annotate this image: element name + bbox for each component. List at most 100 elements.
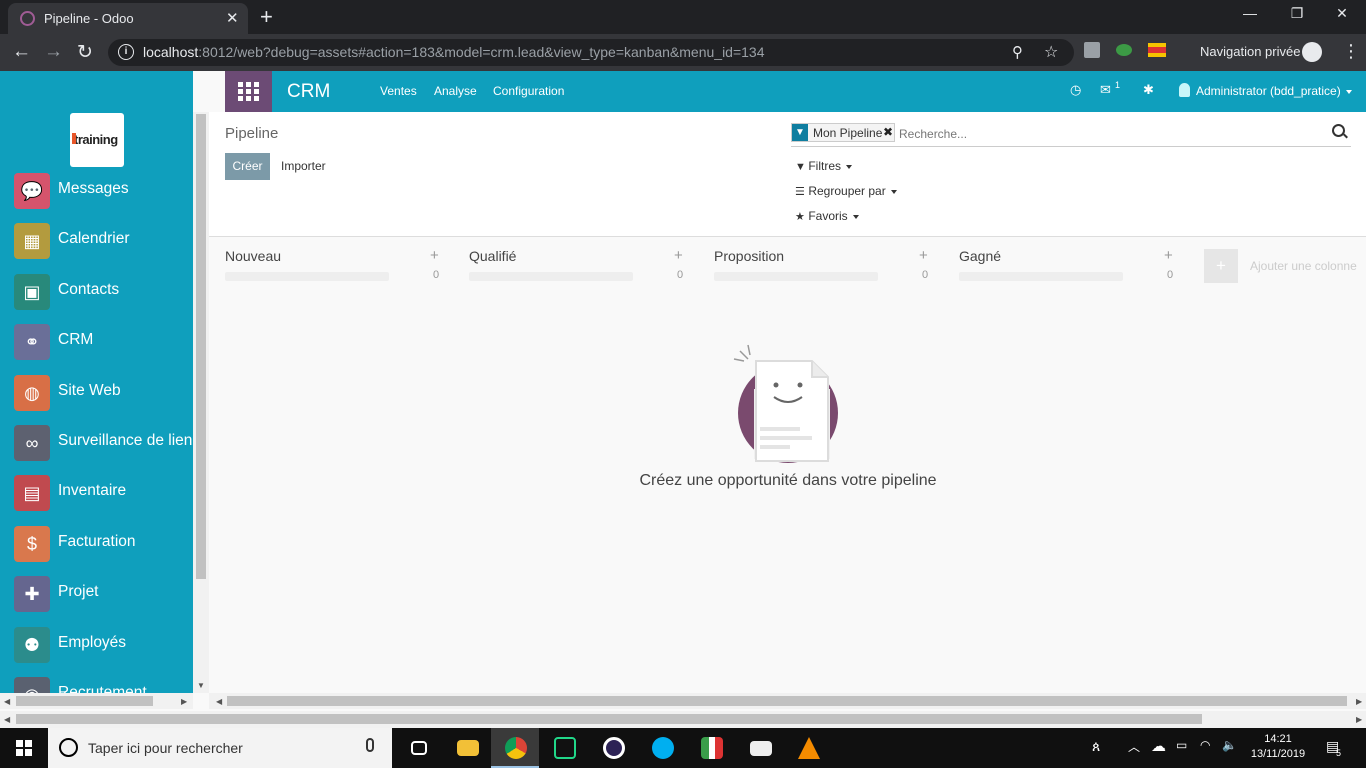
wifi-icon[interactable]: ◠ xyxy=(1200,738,1210,752)
tab-title: Pipeline - Odoo xyxy=(44,11,134,26)
menu-ventes[interactable]: Ventes xyxy=(380,84,417,98)
sidebar-app-crm[interactable]: ⚭ CRM xyxy=(0,320,193,364)
eclipse-icon[interactable] xyxy=(589,728,637,768)
close-tab-icon[interactable]: ✕ xyxy=(226,9,239,27)
task-view-icon[interactable] xyxy=(395,728,443,768)
scroll-right-arrow-icon[interactable]: ▶ xyxy=(1356,697,1362,706)
app-brand[interactable]: CRM xyxy=(287,81,330,103)
handshake-icon: ⚭ xyxy=(14,324,50,361)
skype-icon[interactable] xyxy=(638,728,686,768)
browser-toolbar: ← → ↻ i localhost:8012/web?debug=assets#… xyxy=(0,34,1366,71)
clock-time: 14:21 xyxy=(1264,733,1292,745)
sidebar-app-site-web[interactable]: ◍ Site Web xyxy=(0,371,193,415)
main-horizontal-scrollbar[interactable] xyxy=(209,693,1366,709)
filters-dropdown[interactable]: ▼ Filtres xyxy=(795,159,853,173)
add-column-label[interactable]: Ajouter une colonne xyxy=(1250,259,1357,273)
back-icon[interactable]: ← xyxy=(12,41,31,63)
quick-create-icon[interactable]: + xyxy=(674,247,683,264)
page-viewport: training 💬 Messages ▦ Calendrier ▣ Contacts ⚭ C… xyxy=(0,71,1366,728)
mail-icon[interactable] xyxy=(736,728,784,768)
sidebar-app-employés[interactable]: ⚉ Employés xyxy=(0,623,193,667)
quick-create-icon[interactable]: + xyxy=(430,247,439,264)
apps-menu-button[interactable] xyxy=(225,71,272,112)
info-icon[interactable]: i xyxy=(118,44,134,60)
user-menu[interactable]: Administrator (bdd_pratice) xyxy=(1196,84,1352,98)
chrome-icon[interactable] xyxy=(491,728,539,768)
browser-menu-icon[interactable]: ⋮ xyxy=(1342,41,1360,62)
column-title: Proposition xyxy=(714,248,785,264)
debug-bug-icon[interactable]: ✱ xyxy=(1143,82,1154,98)
sidebar-app-surveillance-de-lien[interactable]: ∞ Surveillance de lien xyxy=(0,421,193,465)
zoom-icon[interactable]: ⚲ xyxy=(1012,43,1023,61)
url-text[interactable]: localhost:8012/web?debug=assets#action=1… xyxy=(143,44,765,60)
sidebar-horizontal-scrollbar[interactable] xyxy=(0,693,193,709)
extension-icon[interactable] xyxy=(1084,42,1100,58)
scroll-right-arrow-icon[interactable]: ▶ xyxy=(181,697,187,706)
column-count: 0 xyxy=(433,269,440,281)
people-icon: ⚉ xyxy=(14,626,50,663)
page-horizontal-scrollbar[interactable] xyxy=(0,711,1366,728)
minimize-icon[interactable]: — xyxy=(1230,5,1270,21)
sidebar-app-label: Inventaire xyxy=(58,482,127,500)
app-icon[interactable] xyxy=(687,728,735,768)
scroll-left-arrow-icon[interactable]: ◀ xyxy=(4,697,10,706)
sidebar-app-calendrier[interactable]: ▦ Calendrier xyxy=(0,219,193,263)
browser-tab[interactable]: Pipeline - Odoo ✕ xyxy=(8,3,248,34)
scroll-down-arrow-icon[interactable]: ▼ xyxy=(197,681,205,690)
address-bar[interactable]: i localhost:8012/web?debug=assets#action… xyxy=(108,39,1074,66)
favorites-dropdown[interactable]: ★ Favoris xyxy=(795,209,859,223)
sidebar-app-contacts[interactable]: ▣ Contacts xyxy=(0,270,193,314)
quick-create-icon[interactable]: + xyxy=(1164,247,1173,264)
scroll-right-arrow-icon[interactable]: ▶ xyxy=(1356,715,1362,724)
remove-facet-icon[interactable]: ✖ xyxy=(883,125,893,139)
quick-create-icon[interactable]: + xyxy=(919,247,928,264)
import-button[interactable]: Importer xyxy=(281,159,326,173)
chat-icon[interactable]: ✉ xyxy=(1100,82,1111,98)
volume-muted-icon[interactable]: 🔈 xyxy=(1222,738,1237,752)
filter-funnel-icon: ▼ xyxy=(792,124,808,141)
forward-icon[interactable]: → xyxy=(44,41,63,63)
people-icon[interactable]: ጰ xyxy=(1092,738,1100,755)
sidebar-app-projet[interactable]: ✚ Projet xyxy=(0,572,193,616)
onedrive-cloud-icon[interactable]: ☁ xyxy=(1151,737,1166,755)
column-progress-bar xyxy=(714,272,878,281)
reload-icon[interactable]: ↻ xyxy=(77,41,93,64)
new-tab-icon[interactable]: + xyxy=(260,4,273,30)
incognito-icon[interactable] xyxy=(1302,42,1322,62)
system-clock[interactable]: 14:21 13/11/2019 xyxy=(1242,732,1314,762)
scroll-left-arrow-icon[interactable]: ◀ xyxy=(216,697,222,706)
sidebar-app-messages[interactable]: 💬 Messages xyxy=(0,169,193,213)
groupby-dropdown[interactable]: ☰ Regrouper par xyxy=(795,184,897,198)
scroll-left-arrow-icon[interactable]: ◀ xyxy=(4,715,10,724)
add-column-button[interactable]: + xyxy=(1204,249,1238,283)
browser-tab-bar: Pipeline - Odoo ✕ + — ❐ ✕ xyxy=(0,0,1366,34)
close-window-icon[interactable]: ✕ xyxy=(1322,5,1362,22)
pycharm-icon[interactable] xyxy=(540,728,588,768)
column-count: 0 xyxy=(922,269,929,281)
battery-icon[interactable]: ▭ xyxy=(1176,738,1187,752)
activity-clock-icon[interactable]: ◷ xyxy=(1070,82,1081,98)
windows-start-icon[interactable] xyxy=(16,740,32,756)
chat-count-badge: 1 xyxy=(1115,80,1121,90)
bookmark-star-icon[interactable]: ☆ xyxy=(1044,42,1058,62)
taskbar-search-box[interactable]: Taper ici pour rechercher xyxy=(48,728,392,768)
menu-configuration[interactable]: Configuration xyxy=(493,84,564,98)
file-explorer-icon[interactable] xyxy=(443,728,491,768)
extension-icon[interactable] xyxy=(1116,44,1132,56)
user-avatar-icon[interactable] xyxy=(1179,83,1190,97)
create-button[interactable]: Créer xyxy=(225,153,270,180)
sidebar-app-inventaire[interactable]: ▤ Inventaire xyxy=(0,471,193,515)
vlc-icon[interactable] xyxy=(785,728,833,768)
filter-facet[interactable]: ▼ Mon Pipeline ✖ xyxy=(791,123,895,142)
sidebar-app-recrutement[interactable]: ◉ Recrutement xyxy=(0,673,193,693)
sidebar-scrollbar-thumb[interactable] xyxy=(196,114,206,579)
search-icon[interactable] xyxy=(1332,124,1345,137)
top-navbar: CRM Ventes Analyse Configuration ◷ ✉ 1 ✱… xyxy=(225,71,1366,112)
flag-extension-icon[interactable] xyxy=(1148,43,1166,57)
tray-chevron-icon[interactable]: ︿ xyxy=(1128,738,1140,755)
menu-analyse[interactable]: Analyse xyxy=(434,84,477,98)
sidebar-app-facturation[interactable]: $ Facturation xyxy=(0,522,193,566)
restore-icon[interactable]: ❐ xyxy=(1277,5,1317,22)
microphone-icon[interactable] xyxy=(366,738,374,752)
search-input[interactable] xyxy=(899,125,1319,143)
